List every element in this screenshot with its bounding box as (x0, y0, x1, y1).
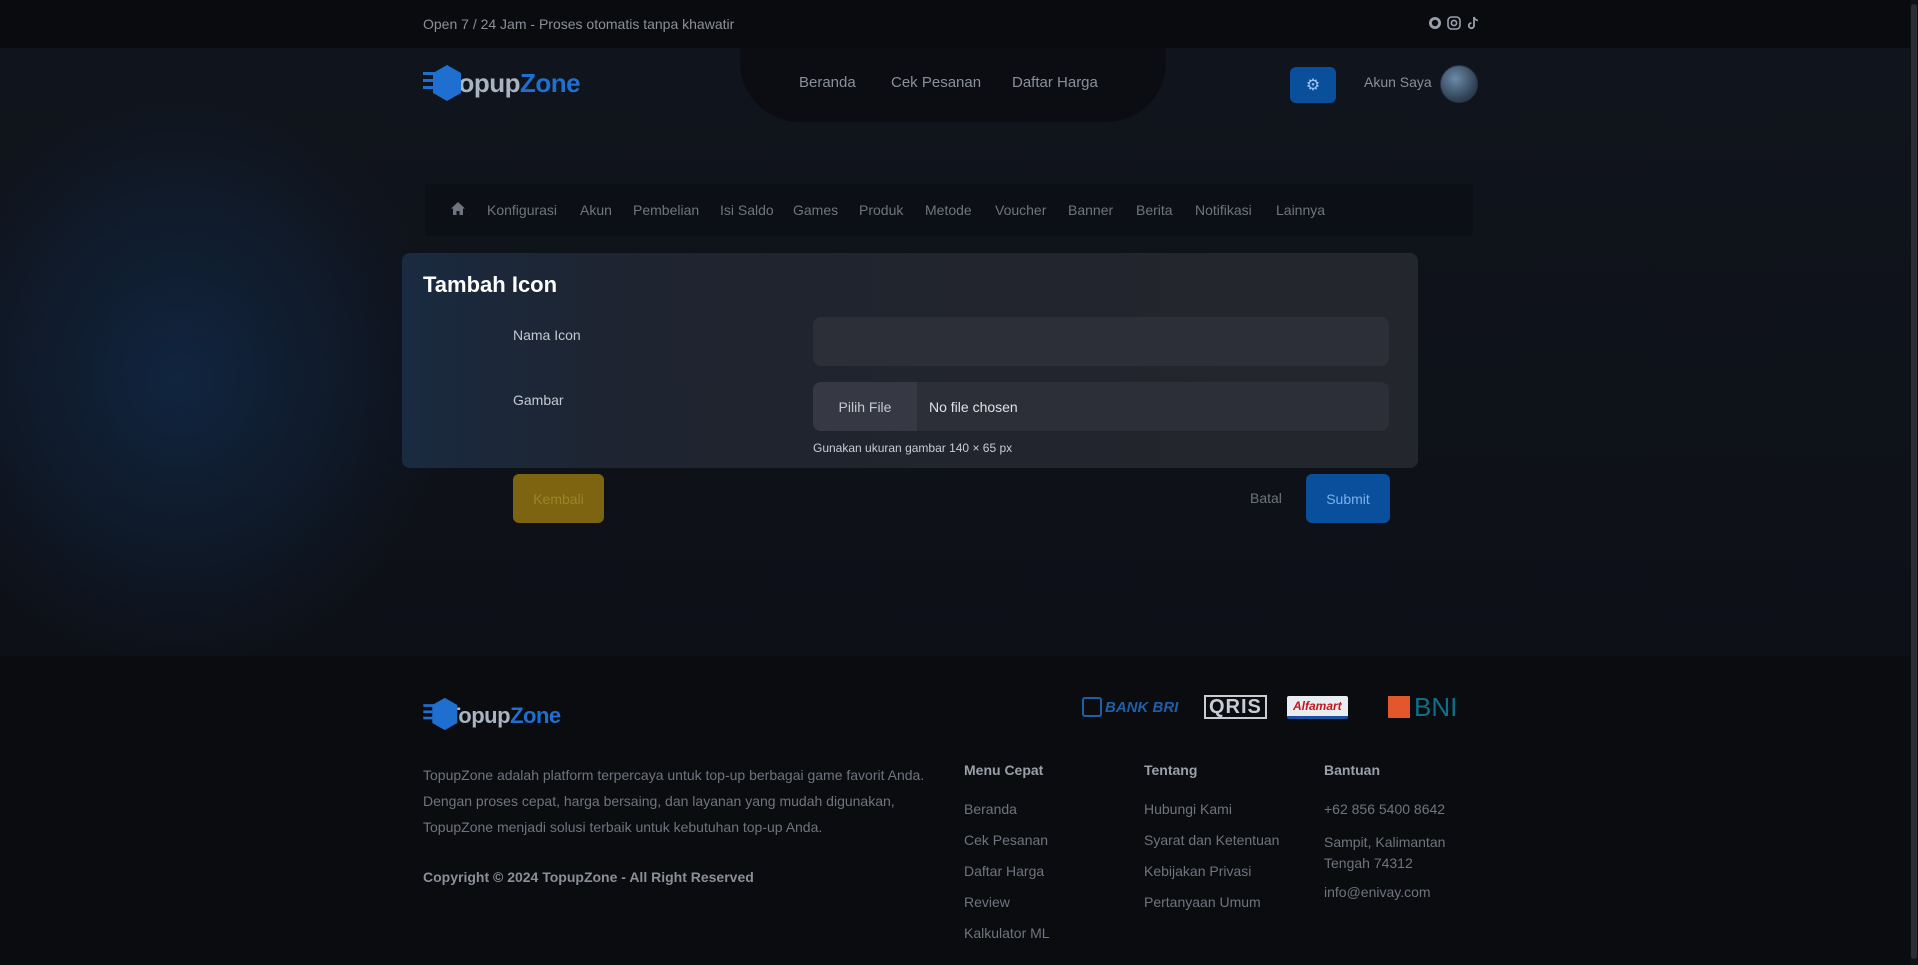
home-icon[interactable] (450, 201, 466, 221)
footer-link-review[interactable]: Review (964, 894, 1010, 910)
menu-item-pembelian[interactable]: Pembelian (633, 202, 699, 218)
avatar[interactable] (1440, 65, 1478, 103)
file-status: No file chosen (929, 398, 1018, 415)
settings-button[interactable]: ⚙ (1290, 67, 1336, 103)
footer-link-pertanyaan-umum[interactable]: Pertanyaan Umum (1144, 894, 1261, 910)
name-icon-input[interactable] (813, 317, 1389, 366)
footer-link-cek-pesanan[interactable]: Cek Pesanan (964, 832, 1048, 848)
scrollbar[interactable] (1910, 0, 1918, 965)
gear-icon: ⚙ (1305, 77, 1321, 94)
footer-link-beranda[interactable]: Beranda (964, 801, 1017, 817)
qris-logo: QRIS (1204, 695, 1267, 719)
logo-icon (423, 64, 467, 102)
nav-link-cek-pesanan[interactable]: Cek Pesanan (891, 74, 981, 91)
account-menu[interactable]: Akun Saya (1364, 74, 1432, 90)
choose-file-button[interactable]: Pilih File (813, 382, 917, 431)
footer-tentang-title: Tentang (1144, 762, 1198, 778)
submit-button[interactable]: Submit (1306, 474, 1390, 523)
footer-link-daftar-harga[interactable]: Daftar Harga (964, 863, 1044, 879)
back-button[interactable]: Kembali (513, 474, 604, 523)
nav-link-daftar-harga[interactable]: Daftar Harga (1012, 74, 1098, 91)
footer-link-hubungi-kami[interactable]: Hubungi Kami (1144, 801, 1232, 817)
brand-logo[interactable]: TopupZone (423, 64, 581, 102)
menu-item-voucher[interactable]: Voucher (995, 202, 1046, 218)
bni-logo: BNI (1388, 692, 1457, 722)
menu-item-berita[interactable]: Berita (1136, 202, 1173, 218)
footer-bantuan-title: Bantuan (1324, 762, 1380, 778)
alfamart-logo: Alfamart (1287, 695, 1348, 719)
tiktok-icon[interactable] (1465, 16, 1480, 31)
menu-item-notifikasi[interactable]: Notifikasi (1195, 202, 1252, 218)
footer-address: Sampit, Kalimantan Tengah 74312 (1324, 834, 1446, 871)
name-icon-label: Nama Icon (513, 327, 581, 343)
footer-link-kalkulator-ml[interactable]: Kalkulator ML (964, 925, 1050, 941)
image-size-hint: Gunakan ukuran gambar 140 × 65 px (813, 441, 1013, 455)
footer (0, 656, 1918, 965)
page-title: Tambah Icon (423, 272, 558, 297)
top-bar: Open 7 / 24 Jam - Proses otomatis tanpa … (0, 0, 1918, 48)
footer-menu-cepat-title: Menu Cepat (964, 762, 1044, 778)
whatsapp-icon[interactable] (1427, 16, 1442, 31)
footer-brand-logo[interactable]: TopupZone (423, 697, 561, 735)
menu-item-isi-saldo[interactable]: Isi Saldo (720, 202, 774, 218)
menu-item-games[interactable]: Games (793, 202, 838, 218)
footer-link-kebijakan-privasi[interactable]: Kebijakan Privasi (1144, 863, 1251, 879)
footer-about-text: TopupZone adalah platform terpercaya unt… (423, 767, 925, 835)
footer-phone[interactable]: +62 856 5400 8642 (1324, 801, 1445, 817)
topbar-announcement: Open 7 / 24 Jam - Proses otomatis tanpa … (423, 16, 735, 32)
bank-bri-logo: BANK BRI (1082, 695, 1178, 719)
nav-link-beranda[interactable]: Beranda (799, 74, 856, 91)
cancel-button[interactable]: Batal (1250, 490, 1282, 506)
scrollbar-thumb[interactable] (1911, 4, 1917, 959)
menu-item-lainnya[interactable]: Lainnya (1276, 202, 1325, 218)
image-label: Gambar (513, 392, 564, 408)
menu-item-metode[interactable]: Metode (925, 202, 972, 218)
footer-logo-icon (423, 697, 467, 735)
footer-email[interactable]: info@enivay.com (1324, 884, 1431, 900)
footer-link-syarat[interactable]: Syarat dan Ketentuan (1144, 832, 1279, 848)
menu-item-produk[interactable]: Produk (859, 202, 903, 218)
instagram-icon[interactable] (1446, 16, 1461, 31)
image-file-input[interactable]: Pilih File No file chosen (813, 382, 1389, 431)
menu-item-banner[interactable]: Banner (1068, 202, 1113, 218)
menu-item-konfigurasi[interactable]: Konfigurasi (487, 202, 557, 218)
copyright-text: Copyright © 2024 TopupZone - All Right R… (423, 869, 754, 885)
menu-item-akun[interactable]: Akun (580, 202, 612, 218)
